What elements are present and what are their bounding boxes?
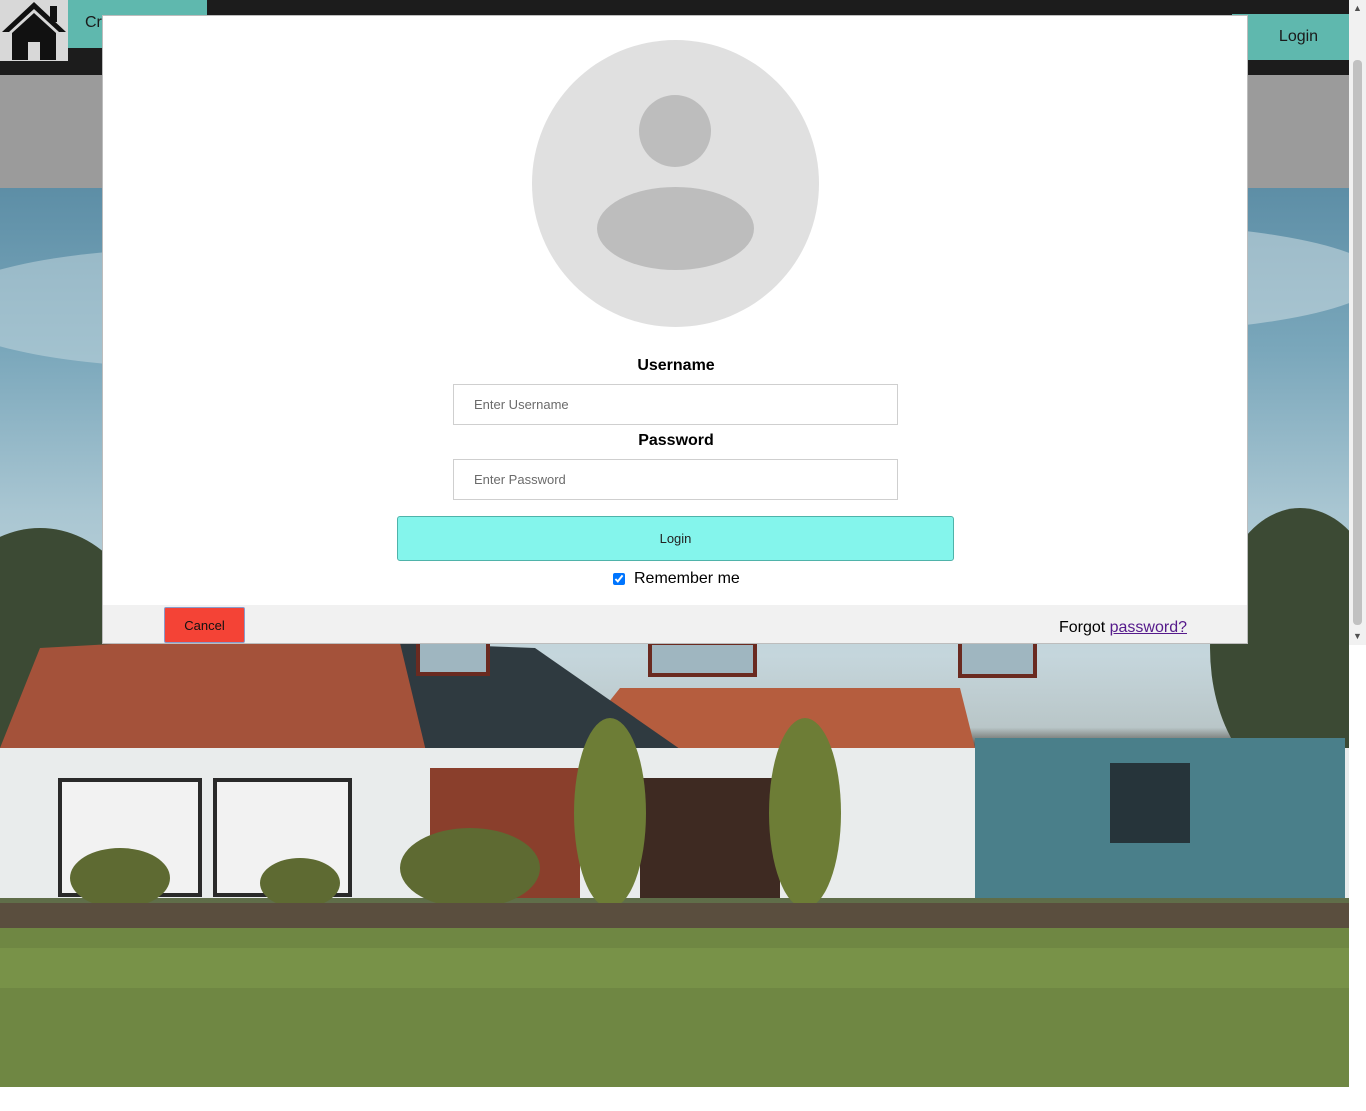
- remember-me-checkbox[interactable]: [613, 573, 625, 585]
- nav-login-link[interactable]: Login: [1232, 14, 1349, 60]
- vertical-scrollbar[interactable]: ▲ ▼: [1349, 0, 1366, 645]
- home-logo[interactable]: [0, 0, 68, 61]
- avatar-body: [597, 187, 754, 270]
- login-modal: Username Password Login Remember me Canc…: [102, 15, 1248, 644]
- avatar-head: [639, 95, 711, 167]
- remember-me-row: Remember me: [613, 569, 740, 589]
- password-label: Password: [638, 432, 714, 449]
- house-icon: [2, 2, 66, 60]
- forgot-prefix: Forgot: [1058, 619, 1110, 636]
- modal-footer: Cancel Forgot password?: [103, 605, 1247, 643]
- forgot-password-text: Forgot password?: [1059, 619, 1187, 637]
- scroll-down-arrow-icon[interactable]: ▼: [1349, 628, 1366, 645]
- remember-me-label: Remember me: [634, 570, 740, 587]
- password-input[interactable]: [453, 459, 898, 500]
- login-button[interactable]: Login: [397, 516, 954, 561]
- forgot-password-link[interactable]: password?: [1110, 619, 1187, 636]
- username-input[interactable]: [453, 384, 898, 425]
- user-avatar-icon: [532, 40, 819, 327]
- username-label: Username: [637, 357, 715, 374]
- scroll-up-arrow-icon[interactable]: ▲: [1349, 0, 1366, 17]
- cancel-button[interactable]: Cancel: [164, 607, 245, 643]
- scrollbar-thumb[interactable]: [1353, 60, 1362, 625]
